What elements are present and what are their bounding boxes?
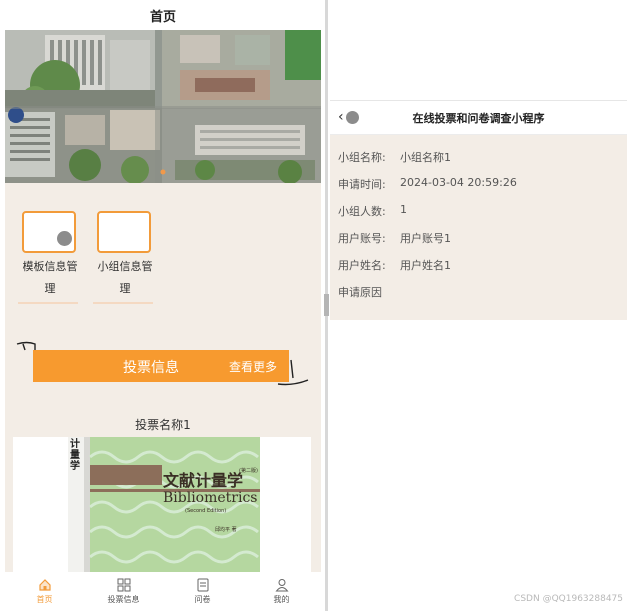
menu-label-template-line1: 模板信息管 <box>22 260 78 273</box>
book-author: 邱均平 著 <box>215 527 237 533</box>
book-spine-text: 计量学 <box>70 439 80 472</box>
view-more-link[interactable]: 查看更多 <box>229 358 277 375</box>
cursor-indicator <box>57 231 72 246</box>
menu-label-group-line1: 小组信息管 <box>97 260 153 273</box>
vote-item-name[interactable]: 投票名称1 <box>5 416 321 433</box>
detail-key: 用户姓名: <box>338 259 386 272</box>
detail-value: 1 <box>400 203 407 216</box>
detail-key: 申请时间: <box>338 178 386 191</box>
detail-value: 2024-03-04 20:59:26 <box>400 176 517 189</box>
watermark-text: CSDN @QQ1963288475 <box>514 594 623 604</box>
menu-underline <box>93 302 153 304</box>
vote-info-title: 投票信息 <box>123 360 179 376</box>
detail-value: 用户姓名1 <box>400 259 451 272</box>
tab-home-label: 首页 <box>36 595 53 604</box>
menu-label-group-line2: 理 <box>119 282 131 295</box>
menu-label-template-line2: 理 <box>44 282 56 295</box>
tab-questionnaire[interactable]: 问卷 <box>163 572 242 611</box>
tab-mine-label: 我的 <box>273 595 290 604</box>
home-icon <box>38 579 51 591</box>
vote-item-image[interactable]: 文献计量学 (第二版) Bibliometrics (Second Editio… <box>13 437 311 573</box>
tab-mine[interactable]: 我的 <box>242 572 321 611</box>
detail-key: 小组名称: <box>338 151 386 164</box>
page-title: 首页 <box>149 9 176 25</box>
pane-divider-handle[interactable] <box>324 294 329 316</box>
detail-value: 小组名称1 <box>400 151 451 164</box>
book-title-cn: 文献计量学 <box>163 471 244 490</box>
vote-info-bar[interactable]: 投票信息 查看更多 <box>33 350 289 382</box>
detail-key: 小组人数: <box>338 205 386 218</box>
tab-vote-info[interactable]: 投票信息 <box>84 572 163 611</box>
detail-page-title: 在线投票和问卷调查小程序 <box>412 112 545 125</box>
detail-nav-bar: ‹ 在线投票和问卷调查小程序 <box>330 100 627 135</box>
home-nav-bar: 首页 <box>5 0 321 30</box>
bottom-tab-bar: 首页 投票信息 问卷 我的 <box>5 572 321 611</box>
book-title-en: Bibliometrics <box>163 490 258 506</box>
user-icon <box>274 579 289 592</box>
left-phone-screen: 首页 模板信息管 理 小组信息管 理 投票信息 查看更多 投票名称1 文献计量学… <box>5 0 321 611</box>
group-management-icon <box>97 211 151 253</box>
document-icon <box>197 578 208 592</box>
banner-carousel[interactable] <box>5 30 321 183</box>
grid-icon <box>117 578 130 592</box>
tab-vote-info-label: 投票信息 <box>107 595 140 604</box>
book-edition-en: (Second Edition) <box>185 508 227 514</box>
detail-key: 用户账号: <box>338 232 386 245</box>
tab-home[interactable]: 首页 <box>5 572 84 611</box>
menu-underline <box>18 302 78 304</box>
book-edition: (第二版) <box>239 468 258 474</box>
detail-value: 用户账号1 <box>400 232 451 245</box>
right-phone-screen: ‹ 在线投票和问卷调查小程序 小组名称: 小组名称1 申请时间: 2024-03… <box>330 100 627 320</box>
detail-key: 申请原因 <box>338 286 382 299</box>
tab-questionnaire-label: 问卷 <box>194 595 211 604</box>
book-cover <box>13 437 311 573</box>
banner-image <box>5 30 321 183</box>
